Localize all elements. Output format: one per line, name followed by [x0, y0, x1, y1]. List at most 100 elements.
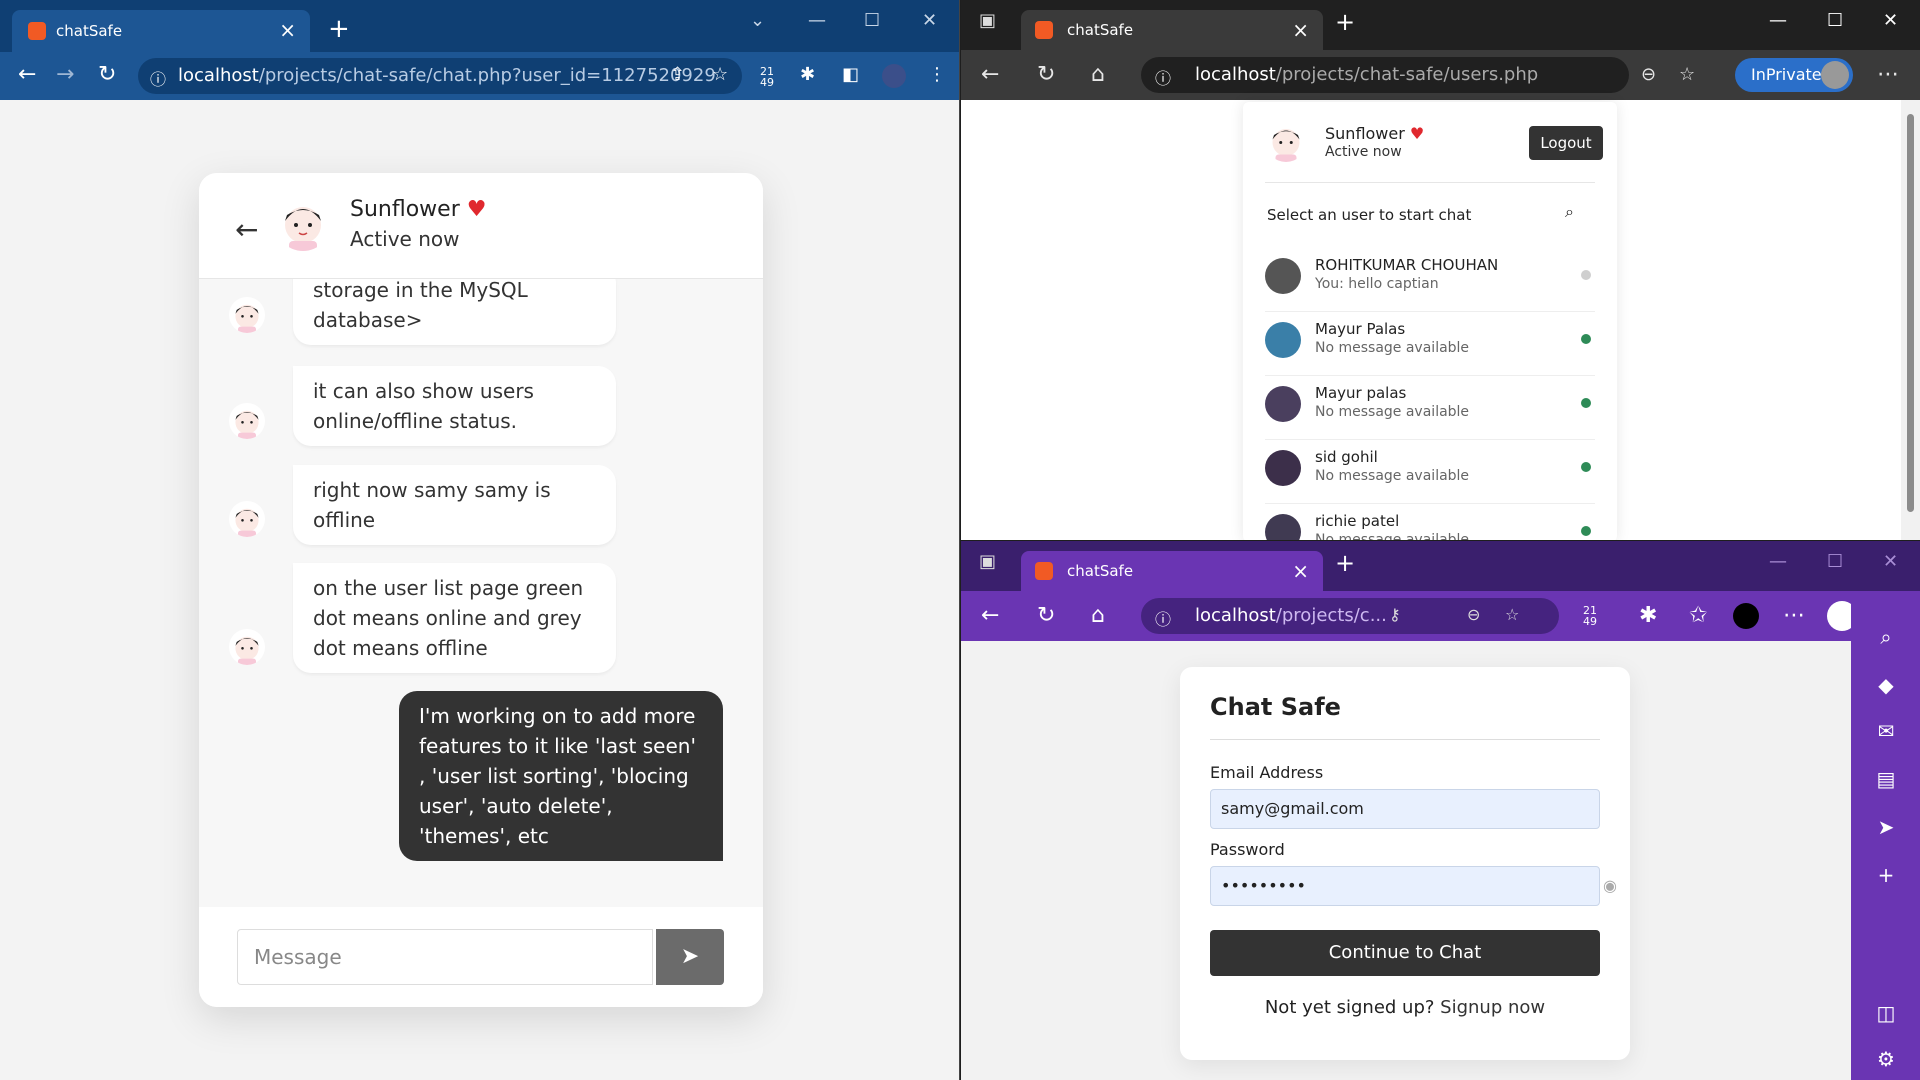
site-info-icon[interactable]: ⓘ — [1155, 606, 1171, 630]
menu-dots-icon[interactable]: ⋯ — [1783, 603, 1805, 628]
address-bar[interactable]: ⓘ localhost/projects/chat-safe/users.php — [1141, 57, 1629, 93]
menu-kebab-icon[interactable]: ⋮ — [928, 64, 946, 85]
bookmark-star-icon[interactable]: ☆ — [712, 64, 728, 85]
zoom-icon[interactable]: ⊖ — [1641, 64, 1656, 85]
address-bar[interactable]: ⓘ localhost/projects/c... ⚷ ⊖ ☆ — [1141, 598, 1559, 634]
sidebar-toggle-icon[interactable]: ◫ — [1873, 1001, 1899, 1025]
logout-button[interactable]: Logout — [1529, 126, 1603, 160]
minimize-icon[interactable]: — — [808, 10, 826, 31]
browser-tab[interactable]: chatSafe × — [12, 10, 310, 52]
side-panel-icon[interactable]: ◧ — [842, 64, 859, 85]
cc-icon[interactable]: ▤ — [1873, 767, 1899, 791]
reload-icon[interactable]: ↻ — [98, 62, 116, 87]
extensions-puzzle-icon[interactable]: ✱ — [1639, 603, 1657, 628]
extension-badge-icon[interactable]: 21 49 — [760, 66, 774, 88]
share-icon[interactable]: ⇪ — [670, 64, 685, 85]
message-input[interactable]: Message — [237, 929, 653, 985]
continue-to-chat-button[interactable]: Continue to Chat — [1210, 930, 1600, 976]
tab-title: chatSafe — [56, 22, 123, 40]
tab-close-icon[interactable]: × — [1292, 559, 1309, 583]
tab-actions-icon[interactable]: ▣ — [979, 10, 996, 31]
status-dot — [1581, 398, 1591, 408]
tab-search-icon[interactable]: ⌄ — [750, 10, 765, 31]
favorites-star-icon[interactable]: ☆ — [1679, 64, 1695, 85]
home-icon[interactable]: ⌂ — [1091, 62, 1105, 87]
chat-user-name-text: Sunflower — [350, 197, 460, 222]
browser-tab[interactable]: chatSafe × — [1021, 551, 1323, 591]
copilot-icon[interactable]: ◆ — [1873, 673, 1899, 697]
new-tab-icon[interactable]: + — [1335, 549, 1355, 577]
site-info-icon[interactable]: ⓘ — [150, 66, 166, 90]
avatar — [229, 629, 265, 665]
extension-badge-icon[interactable]: 21 49 — [1583, 605, 1597, 627]
login-card: Chat Safe Email Address samy@gmail.com P… — [1180, 667, 1630, 1060]
user-list-item[interactable]: sid gohil No message available — [1265, 440, 1595, 504]
password-field[interactable]: ••••••••• ◉ — [1210, 866, 1617, 906]
maximize-icon[interactable]: ☐ — [1827, 10, 1843, 31]
incoming-message: on the user list page green dot means on… — [293, 563, 616, 673]
add-icon[interactable]: + — [1873, 863, 1899, 887]
signup-link[interactable]: Signup now — [1440, 997, 1545, 1018]
minimize-icon[interactable]: — — [1769, 551, 1787, 572]
favorites-star-icon[interactable]: ☆ — [1505, 605, 1519, 624]
chrome-window-chat: chatSafe × + ⌄ — ☐ ✕ ← → ↻ ⓘ localhost/p… — [0, 0, 960, 1080]
tab-title: chatSafe — [1067, 562, 1134, 580]
search-icon[interactable]: ⌕ — [1873, 625, 1899, 649]
scrollbar[interactable] — [1901, 100, 1920, 540]
profile-avatar-icon[interactable] — [1733, 603, 1759, 629]
scrollbar-thumb[interactable] — [1907, 114, 1914, 512]
maximize-icon[interactable]: ☐ — [864, 10, 880, 31]
inprivate-label: InPrivate — [1751, 65, 1822, 84]
home-icon[interactable]: ⌂ — [1091, 603, 1105, 628]
settings-gear-icon[interactable]: ⚙ — [1873, 1047, 1899, 1071]
email-field[interactable]: samy@gmail.com — [1210, 789, 1600, 829]
chat-user-name: Sunflower ♥ — [350, 197, 486, 222]
user-last-message: No message available — [1315, 468, 1470, 484]
edge-window-login: ▣ chatSafe × + — ☐ ✕ ← ↻ ⌂ ⓘ localhost/p… — [961, 541, 1920, 1080]
show-password-eye-icon[interactable]: ◉ — [1603, 867, 1617, 905]
outlook-icon[interactable]: ✉ — [1873, 719, 1899, 743]
minimize-icon[interactable]: — — [1769, 10, 1787, 31]
avatar — [229, 403, 265, 439]
inprivate-badge[interactable]: InPrivate — [1735, 58, 1853, 92]
outgoing-message: I'm working on to add more features to i… — [399, 691, 723, 861]
extensions-puzzle-icon[interactable]: ✱ — [800, 64, 815, 85]
back-icon[interactable]: ← — [18, 62, 36, 87]
user-list-item[interactable]: richie patel No message available — [1265, 504, 1595, 540]
address-url: localhost/projects/chat-safe/chat.php?us… — [178, 65, 716, 86]
close-window-icon[interactable]: ✕ — [922, 10, 937, 31]
user-list-item[interactable]: Mayur Palas No message available — [1265, 312, 1595, 376]
profile-avatar-icon[interactable] — [882, 64, 906, 88]
menu-dots-icon[interactable]: ⋯ — [1877, 62, 1899, 87]
search-icon[interactable]: ⌕ — [1565, 202, 1574, 222]
back-arrow-icon[interactable]: ← — [235, 213, 258, 246]
new-tab-icon[interactable]: + — [1335, 8, 1355, 36]
chat-messages[interactable]: storage in the MySQL database> it can al… — [199, 279, 763, 907]
key-icon[interactable]: ⚷ — [1389, 605, 1401, 624]
browser-tab[interactable]: chatSafe × — [1021, 10, 1323, 50]
address-bar[interactable]: ⓘ localhost/projects/chat-safe/chat.php?… — [138, 58, 742, 94]
maximize-icon[interactable]: ☐ — [1827, 551, 1843, 572]
new-tab-icon[interactable]: + — [328, 14, 350, 44]
user-last-message: You: hello captian — [1315, 276, 1439, 292]
close-window-icon[interactable]: ✕ — [1883, 10, 1898, 31]
reload-icon[interactable]: ↻ — [1037, 62, 1055, 87]
tab-actions-icon[interactable]: ▣ — [979, 551, 996, 572]
back-icon[interactable]: ← — [981, 603, 999, 628]
close-window-icon[interactable]: ✕ — [1883, 551, 1898, 572]
tab-close-icon[interactable]: × — [279, 18, 296, 42]
address-url: localhost/projects/c... — [1195, 605, 1387, 626]
incoming-message: it can also show users online/offline st… — [293, 366, 616, 446]
reload-icon[interactable]: ↻ — [1037, 603, 1055, 628]
back-icon[interactable]: ← — [981, 62, 999, 87]
users-card: Sunflower ♥ Active now Logout Select an … — [1243, 102, 1617, 540]
zoom-icon[interactable]: ⊖ — [1467, 605, 1480, 624]
user-list-item[interactable]: ROHITKUMAR CHOUHAN You: hello captian — [1265, 248, 1595, 312]
tab-close-icon[interactable]: × — [1292, 18, 1309, 42]
send-button[interactable]: ➤ — [656, 929, 724, 985]
site-info-icon[interactable]: ⓘ — [1155, 65, 1171, 89]
telegram-icon[interactable]: ➤ — [1873, 815, 1899, 839]
favorites-icon[interactable]: ✩ — [1689, 603, 1707, 628]
forward-icon[interactable]: → — [56, 62, 74, 87]
user-list-item[interactable]: Mayur palas No message available — [1265, 376, 1595, 440]
